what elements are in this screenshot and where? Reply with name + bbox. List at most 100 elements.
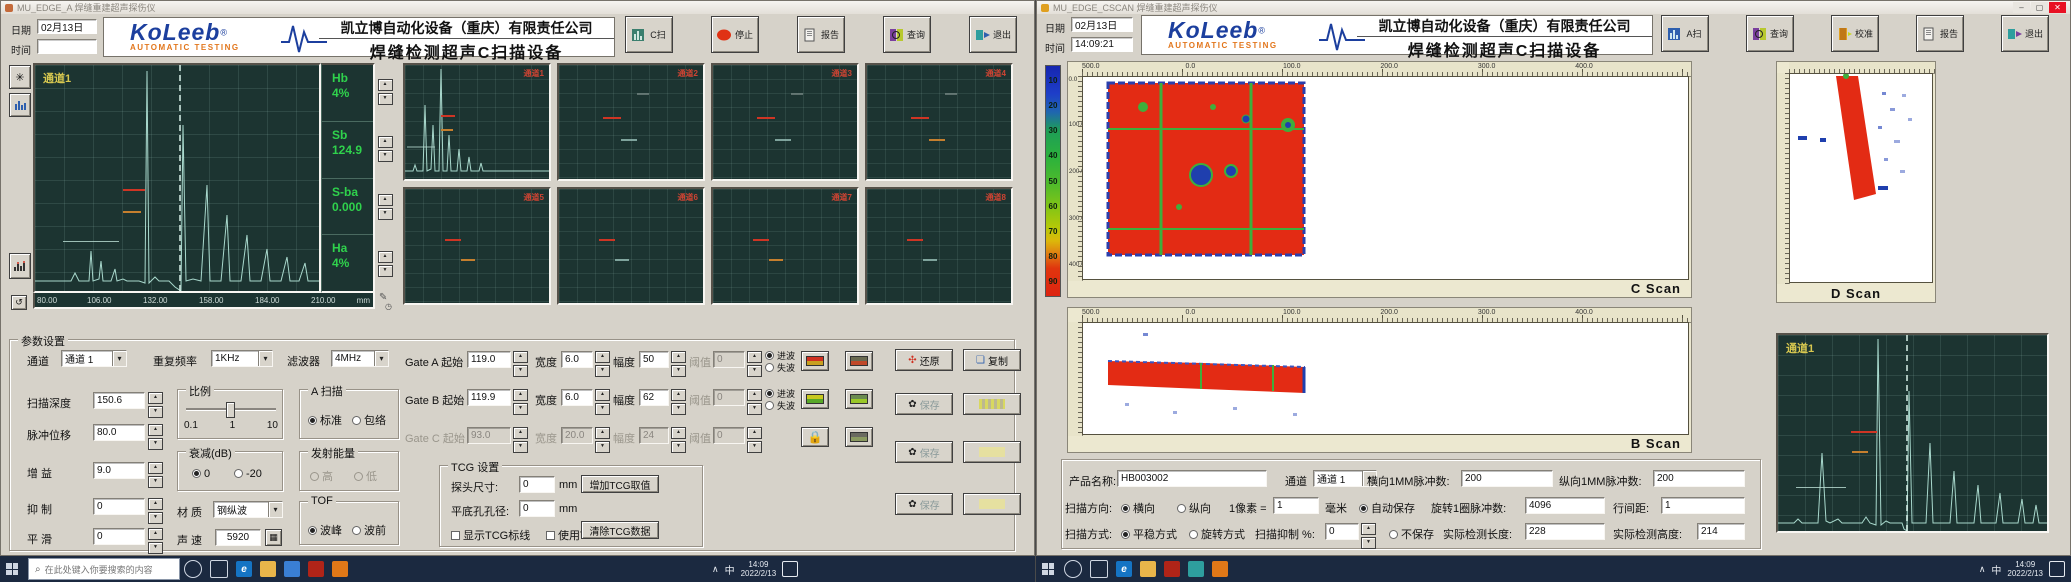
rev-pulse-field[interactable]: 4096: [1525, 497, 1605, 514]
standard-radio[interactable]: 标准: [308, 412, 342, 428]
restore-button[interactable]: ✣还原: [895, 349, 953, 371]
report-button[interactable]: 报告: [797, 16, 845, 53]
thumb-channel-5[interactable]: 通道5: [403, 187, 551, 305]
bscan-canvas[interactable]: [1082, 322, 1689, 435]
gate-a-marker[interactable]: [123, 189, 145, 191]
channel-select[interactable]: 通道 1: [61, 350, 127, 367]
spin-up[interactable]: ▲: [378, 136, 393, 148]
gate-a-start-field[interactable]: 119.0: [467, 351, 511, 368]
taskbar-search[interactable]: ⌕ 在此处键入你要搜索的内容: [28, 558, 180, 580]
envelope-radio[interactable]: 包络: [352, 412, 386, 428]
time-field[interactable]: [37, 39, 97, 54]
display-mode-button[interactable]: ✳: [9, 65, 31, 89]
close-button[interactable]: ✕: [2049, 2, 2066, 13]
edge-icon[interactable]: e: [1116, 561, 1132, 577]
start-button[interactable]: [0, 556, 24, 582]
thumb-channel-7[interactable]: 通道7: [711, 187, 859, 305]
height-field[interactable]: 214: [1697, 523, 1745, 540]
gate-b-width-spinner[interactable]: ▲▼: [595, 389, 610, 415]
copy-button[interactable]: ❏复制: [963, 349, 1021, 371]
action-center-icon[interactable]: [2049, 561, 2065, 577]
gate-b-marker[interactable]: [123, 211, 141, 213]
mode-flat-radio[interactable]: 平稳方式: [1121, 526, 1177, 542]
query-button[interactable]: 查询: [1746, 15, 1794, 52]
calibrate-button[interactable]: 校准: [1831, 15, 1879, 52]
dir-vertical-radio[interactable]: 纵向: [1177, 500, 1211, 516]
pixel-field[interactable]: 1: [1273, 497, 1319, 514]
app-orange-icon[interactable]: [1212, 561, 1228, 577]
gate-a-start-spinner[interactable]: ▲▼: [513, 351, 528, 377]
exit-button[interactable]: 退出: [969, 16, 1017, 53]
scale-slider-thumb[interactable]: [226, 402, 235, 418]
taskview-icon[interactable]: [1090, 560, 1108, 578]
gate-a-style-button[interactable]: [845, 351, 873, 371]
ime-indicator[interactable]: 中: [725, 562, 735, 577]
thumb-channel-4[interactable]: 通道4: [865, 63, 1013, 181]
gate-c-style-button[interactable]: [845, 427, 873, 447]
spin-up[interactable]: ▲: [378, 251, 393, 263]
load-button-2[interactable]: [963, 441, 1021, 463]
stop-button[interactable]: 停止: [711, 16, 759, 53]
mode-rotate-radio[interactable]: 旋转方式: [1189, 526, 1245, 542]
cortana-icon[interactable]: [184, 560, 202, 578]
prf-select[interactable]: 1KHz: [211, 350, 273, 367]
probe-size-field[interactable]: 0: [519, 476, 555, 493]
smooth-spinner[interactable]: ▲▼: [148, 528, 163, 554]
smooth-field[interactable]: 0: [93, 528, 145, 545]
cscan-canvas[interactable]: [1082, 76, 1689, 280]
folder-icon[interactable]: [260, 561, 276, 577]
spin-down[interactable]: ▼: [378, 93, 393, 105]
ascan-button[interactable]: A扫: [1661, 15, 1709, 52]
filter-select[interactable]: 4MHz: [331, 350, 389, 367]
spin-up[interactable]: ▲: [378, 79, 393, 91]
thumb-channel-2[interactable]: 通道2: [557, 63, 705, 181]
velocity-table-button[interactable]: ▦: [265, 529, 282, 546]
gate-b-width-field[interactable]: 6.0: [561, 389, 593, 406]
time-field[interactable]: 14:09:21: [1071, 37, 1133, 52]
load-button-3[interactable]: [963, 493, 1021, 515]
scan-reject-field[interactable]: 0: [1325, 523, 1359, 540]
titlebar-left[interactable]: MU_EDGE_A 焊缝重建超声探伤仪: [1, 1, 1034, 14]
pulse-shift-field[interactable]: 80.0: [93, 424, 145, 441]
minimize-button[interactable]: –: [2013, 2, 2030, 13]
save-button-2[interactable]: ✿保存: [895, 441, 953, 463]
gate-b-start-field[interactable]: 119.9: [467, 389, 511, 406]
titlebar-right[interactable]: MU_EDGE_CSCAN 焊缝重建超声探伤仪 – ▢ ✕: [1037, 1, 2070, 14]
gain-spinner[interactable]: ▲▼: [148, 462, 163, 488]
thumb-channel-3[interactable]: 通道3: [711, 63, 859, 181]
line-gap-field[interactable]: 1: [1661, 497, 1745, 514]
action-center-icon[interactable]: [782, 561, 798, 577]
gate-b-start-spinner[interactable]: ▲▼: [513, 389, 528, 415]
gate-b-color-button[interactable]: [801, 389, 829, 409]
tcg-add-button[interactable]: 增加TCG取值: [581, 475, 659, 493]
cscan-button[interactable]: C扫: [625, 16, 673, 53]
tray-clock[interactable]: 14:09 2022/2/13: [2007, 560, 2043, 578]
nosave-radio[interactable]: 不保存: [1389, 526, 1434, 542]
gate-a-amp-spinner[interactable]: ▲▼: [671, 351, 686, 377]
save-button-3[interactable]: ✿保存: [895, 493, 953, 515]
app-teal-icon[interactable]: [1188, 561, 1204, 577]
thumb-channel-6[interactable]: 通道6: [557, 187, 705, 305]
edge-icon[interactable]: e: [236, 561, 252, 577]
tray-clock[interactable]: 14:09 2022/2/13: [741, 560, 777, 578]
material-select[interactable]: 钢纵波: [213, 501, 283, 518]
dir-horizontal-radio[interactable]: 横向: [1121, 500, 1155, 516]
ime-indicator[interactable]: 中: [1991, 562, 2001, 577]
histogram-button[interactable]: [9, 93, 31, 117]
scan-reject-spinner[interactable]: ▲▼: [1361, 523, 1376, 549]
tray-chevron-icon[interactable]: ∧: [712, 564, 719, 575]
gate-a-marker[interactable]: [1851, 431, 1877, 433]
date-field[interactable]: 02月13日: [1071, 17, 1133, 32]
gate-a-out-radio[interactable]: 失波: [765, 361, 795, 374]
exit-button[interactable]: 退出: [2001, 15, 2049, 52]
reject-field[interactable]: 0: [93, 498, 145, 515]
gate-b-amp-spinner[interactable]: ▲▼: [671, 389, 686, 415]
app-red-icon[interactable]: [308, 561, 324, 577]
taskview-icon[interactable]: [210, 560, 228, 578]
start-button[interactable]: [1036, 556, 1060, 582]
tray-chevron-icon[interactable]: ∧: [1979, 564, 1986, 575]
report-button[interactable]: 报告: [1916, 15, 1964, 52]
search-circle-icon[interactable]: [1064, 560, 1082, 578]
gain-field[interactable]: 9.0: [93, 462, 145, 479]
spin-up[interactable]: ▲: [378, 194, 393, 206]
